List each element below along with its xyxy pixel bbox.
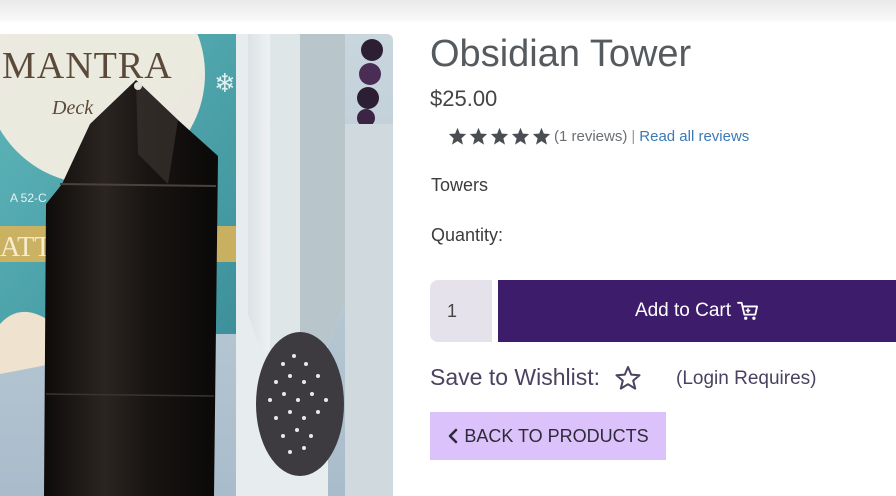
review-count: (1 reviews)	[554, 127, 628, 145]
card-subtitle-text: Deck	[51, 97, 94, 119]
chevron-left-icon	[449, 428, 458, 444]
star-icon	[511, 127, 530, 145]
product-image[interactable]: MANTRA Deck A 52-C ATT ❄	[0, 34, 393, 496]
read-all-reviews-link[interactable]: Read all reviews	[639, 128, 749, 145]
star-icon	[490, 127, 509, 145]
star-icon	[532, 127, 551, 145]
quantity-input[interactable]	[430, 280, 492, 342]
star-rating	[448, 127, 551, 145]
top-bar	[0, 0, 896, 22]
add-to-cart-label: Add to Cart	[634, 300, 732, 321]
star-icon	[448, 127, 467, 145]
card-gold-text: ATT	[0, 232, 51, 263]
back-to-products-button[interactable]: BACK TO PRODUCTS	[430, 412, 666, 460]
product-photo: MANTRA Deck A 52-C ATT ❄	[0, 34, 393, 496]
back-button-label: BACK TO PRODUCTS	[464, 425, 649, 446]
star-icon	[469, 127, 488, 145]
card-small-text: A 52-C	[10, 191, 47, 205]
wishlist-label: Save to Wishlist:	[430, 364, 600, 390]
snowflake-icon: ❄	[214, 68, 236, 98]
star-outline-icon[interactable]	[615, 365, 641, 390]
product-price: $25.00	[430, 86, 498, 111]
shopping-cart-icon	[737, 301, 759, 320]
quantity-label: Quantity:	[431, 225, 504, 245]
product-title: Obsidian Tower	[430, 33, 692, 75]
login-required-note: (Login Requires)	[676, 368, 817, 389]
product-category[interactable]: Towers	[431, 175, 488, 196]
rating-row: (1 reviews) | Read all reviews	[448, 126, 749, 146]
separator: |	[631, 127, 636, 145]
card-title-text: MANTRA	[2, 45, 173, 87]
add-to-cart-button[interactable]: Add to Cart	[498, 280, 896, 342]
